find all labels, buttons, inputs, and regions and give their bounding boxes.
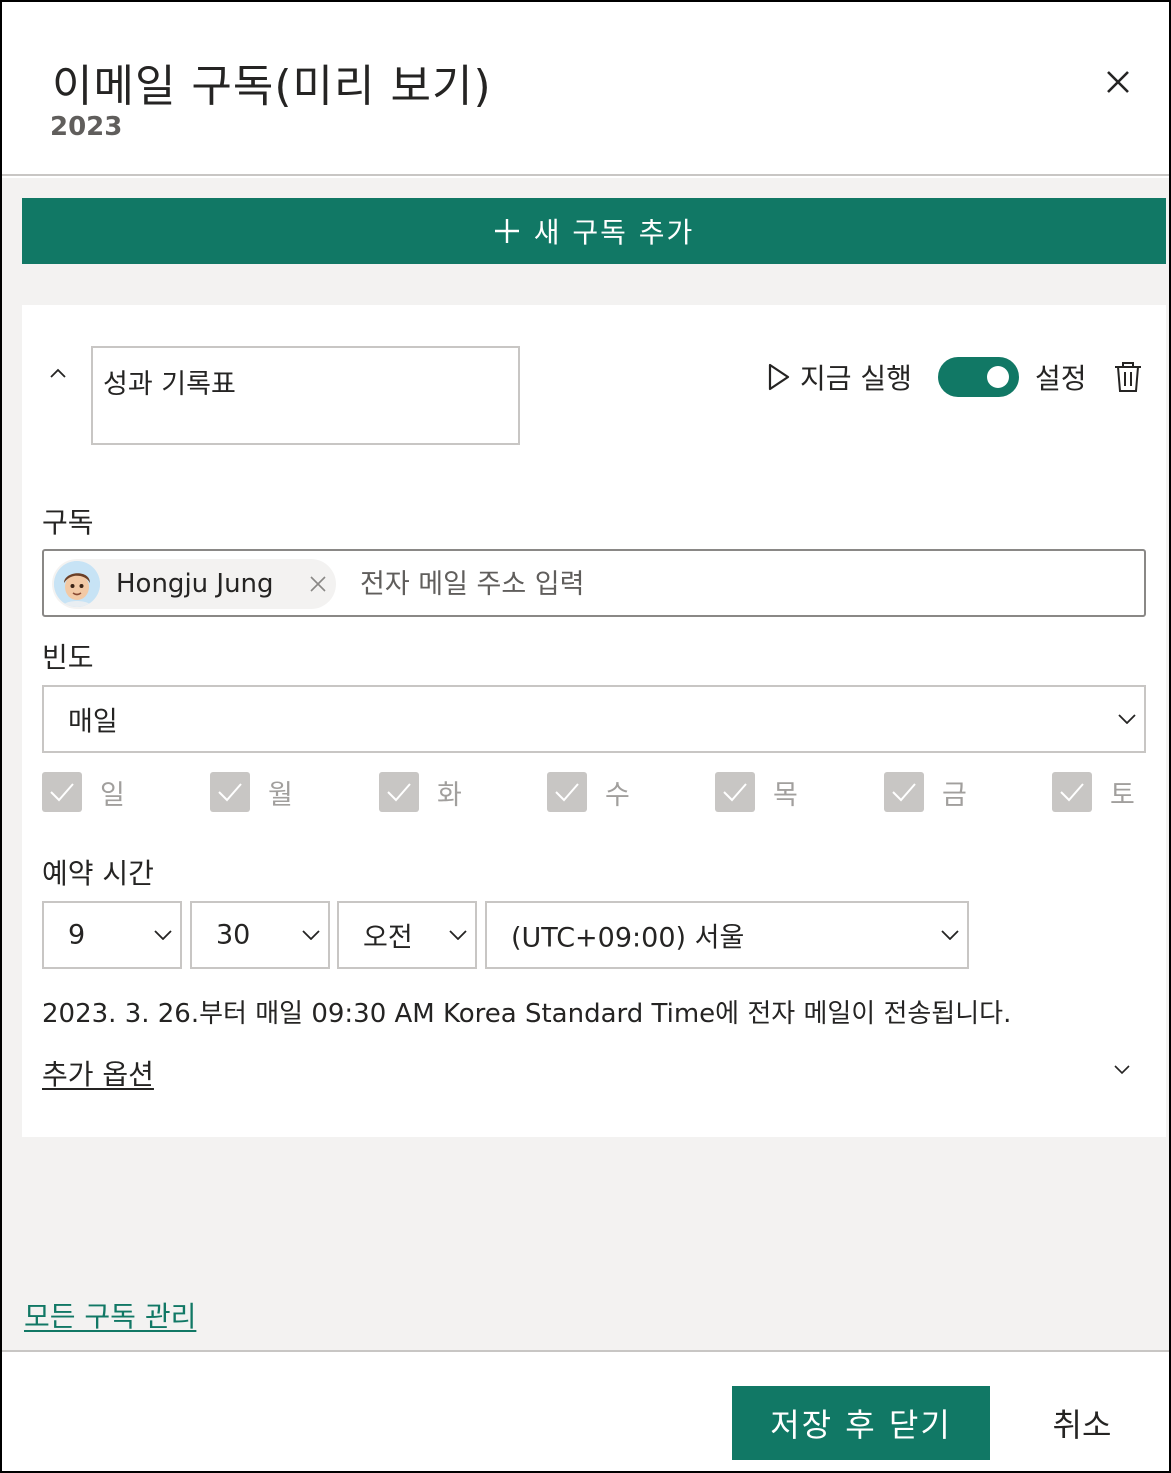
checkbox bbox=[715, 772, 755, 812]
chevron-up-icon[interactable] bbox=[48, 365, 68, 379]
avatar bbox=[54, 561, 100, 607]
plus-icon bbox=[494, 219, 519, 243]
dialog-title: 이메일 구독(미리 보기) bbox=[52, 61, 492, 112]
day-checkbox-wed[interactable]: 수 bbox=[547, 772, 630, 812]
subscription-name-input[interactable]: 성과 기록표 bbox=[91, 346, 520, 445]
ampm-select[interactable]: 오전 bbox=[337, 901, 477, 969]
day-label: 목 bbox=[773, 779, 798, 811]
timezone-value: (UTC+09:00) 서울 bbox=[511, 922, 745, 954]
hour-value: 9 bbox=[68, 919, 86, 951]
subscription-card: 성과 기록표 지금 실행 설정 구독 Hongju Jung 전자 메일 주소 … bbox=[22, 305, 1166, 1137]
email-input[interactable] bbox=[360, 561, 1120, 607]
checkbox bbox=[1052, 772, 1092, 812]
play-icon bbox=[768, 363, 790, 391]
frequency-value: 매일 bbox=[68, 706, 118, 738]
day-label: 일 bbox=[100, 779, 125, 811]
toggle-label: 설정 bbox=[1035, 362, 1087, 395]
recipient-chip: Hongju Jung bbox=[52, 559, 336, 609]
cancel-button[interactable]: 취소 bbox=[1012, 1386, 1152, 1460]
checkmark-icon bbox=[555, 783, 579, 802]
chevron-down-icon bbox=[1118, 714, 1136, 724]
checkmark-icon bbox=[218, 783, 242, 802]
checkmark-icon bbox=[892, 783, 916, 802]
day-checkbox-fri[interactable]: 금 bbox=[884, 772, 967, 812]
more-options-link[interactable]: 추가 옵션 bbox=[42, 1053, 154, 1093]
chevron-down-icon bbox=[449, 930, 467, 940]
schedule-note: 2023. 3. 26.부터 매일 09:30 AM Korea Standar… bbox=[42, 999, 1012, 1029]
checkmark-icon bbox=[723, 783, 747, 802]
save-and-close-button[interactable]: 저장 후 닫기 bbox=[732, 1386, 990, 1460]
toggle-knob bbox=[987, 366, 1009, 388]
checkbox bbox=[42, 772, 82, 812]
frequency-label: 빈도 bbox=[42, 641, 94, 674]
dialog-header: 이메일 구독(미리 보기) 2023 bbox=[2, 2, 1169, 176]
chevron-down-icon bbox=[941, 930, 959, 940]
add-subscription-label: 새 구독 추가 bbox=[533, 216, 695, 249]
trash-icon[interactable] bbox=[1113, 360, 1143, 394]
frequency-select[interactable]: 매일 bbox=[42, 685, 1146, 753]
day-checkbox-sat[interactable]: 토 bbox=[1052, 772, 1135, 812]
checkbox bbox=[379, 772, 419, 812]
day-checkbox-sun[interactable]: 일 bbox=[42, 772, 125, 812]
manage-subscriptions-link[interactable]: 모든 구독 관리 bbox=[24, 1295, 196, 1335]
recipient-name: Hongju Jung bbox=[116, 569, 274, 599]
hour-select[interactable]: 9 bbox=[42, 901, 182, 969]
day-label: 월 bbox=[268, 779, 293, 811]
day-label: 토 bbox=[1110, 779, 1135, 811]
subscription-dialog: 이메일 구독(미리 보기) 2023 새 구독 추가 성과 기록표 지금 실행 … bbox=[0, 0, 1171, 1473]
checkbox bbox=[210, 772, 250, 812]
minute-select[interactable]: 30 bbox=[190, 901, 330, 969]
dialog-footer: 저장 후 닫기 취소 bbox=[2, 1350, 1169, 1471]
dialog-subtitle: 2023 bbox=[50, 112, 123, 142]
checkmark-icon bbox=[1060, 783, 1084, 802]
remove-recipient-icon[interactable] bbox=[308, 574, 328, 594]
checkmark-icon bbox=[387, 783, 411, 802]
checkmark-icon bbox=[50, 783, 74, 802]
day-checkbox-tue[interactable]: 화 bbox=[379, 772, 462, 812]
day-checkbox-thu[interactable]: 목 bbox=[715, 772, 798, 812]
close-icon[interactable] bbox=[1100, 64, 1136, 100]
recipients-label: 구독 bbox=[42, 506, 94, 539]
add-subscription-button[interactable]: 새 구독 추가 bbox=[22, 198, 1166, 264]
run-now-button[interactable]: 지금 실행 bbox=[766, 357, 912, 397]
chevron-down-icon[interactable] bbox=[1114, 1065, 1130, 1075]
checkbox bbox=[547, 772, 587, 812]
day-label: 수 bbox=[605, 779, 630, 811]
run-now-label: 지금 실행 bbox=[800, 362, 912, 395]
dialog-body: 새 구독 추가 성과 기록표 지금 실행 설정 구독 Hongju Jung 전… bbox=[2, 178, 1169, 1350]
day-label: 금 bbox=[942, 779, 967, 811]
day-label: 화 bbox=[437, 779, 462, 811]
ampm-value: 오전 bbox=[363, 922, 413, 954]
schedule-label: 예약 시간 bbox=[42, 857, 154, 890]
timezone-select[interactable]: (UTC+09:00) 서울 bbox=[485, 901, 969, 969]
recipients-field: Hongju Jung bbox=[42, 549, 1146, 617]
subscription-toggle[interactable] bbox=[938, 357, 1019, 397]
chevron-down-icon bbox=[302, 930, 320, 940]
day-checkbox-mon[interactable]: 월 bbox=[210, 772, 293, 812]
minute-value: 30 bbox=[216, 919, 251, 951]
checkbox bbox=[884, 772, 924, 812]
chevron-down-icon bbox=[154, 930, 172, 940]
